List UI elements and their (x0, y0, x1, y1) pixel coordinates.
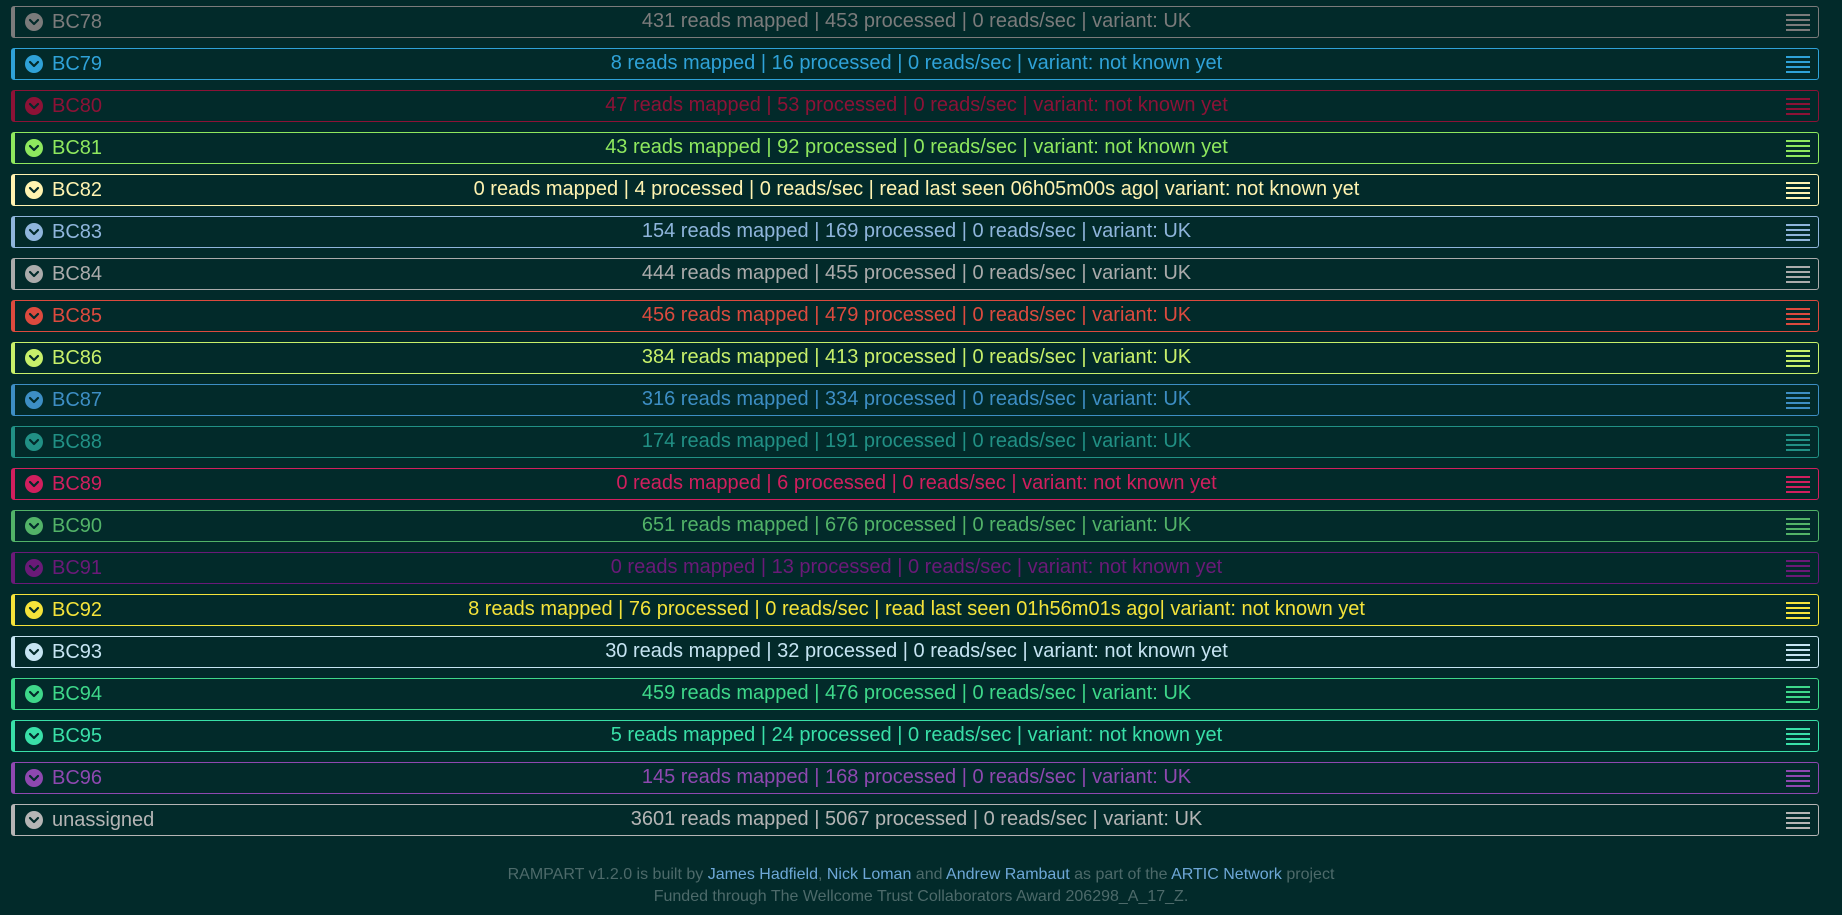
barcode-row[interactable]: BC96 145 reads mapped | 168 processed | 0… (11, 762, 1819, 794)
chevron-down-icon[interactable] (25, 433, 43, 451)
barcode-stats: 174 reads mapped | 191 processed | 0 rea… (641, 430, 1192, 452)
menu-icon[interactable] (1786, 811, 1810, 829)
footer-text: and (911, 866, 947, 883)
chevron-down-icon[interactable] (25, 55, 43, 73)
chevron-down-icon[interactable] (25, 559, 43, 577)
barcode-row[interactable]: BC92 8 reads mapped | 76 processed | 0 re… (11, 594, 1819, 626)
menu-icon[interactable] (1786, 475, 1810, 493)
menu-icon[interactable] (1786, 181, 1810, 199)
menu-icon[interactable] (1786, 13, 1810, 31)
chevron-down-icon[interactable] (25, 517, 43, 535)
menu-icon[interactable] (1786, 391, 1810, 409)
barcode-row[interactable]: BC86 384 reads mapped | 413 processed | 0… (11, 342, 1819, 374)
footer-text: RAMPART v1.2.0 is built by (507, 866, 708, 883)
chevron-down-icon[interactable] (25, 685, 43, 703)
chevron-down-icon[interactable] (25, 307, 43, 325)
menu-icon[interactable] (1786, 433, 1810, 451)
chevron-down-icon[interactable] (25, 97, 43, 115)
chevron-down-icon[interactable] (25, 13, 43, 31)
menu-icon[interactable] (1786, 55, 1810, 73)
chevron-down-icon[interactable] (25, 811, 43, 829)
barcode-stats: 5 reads mapped | 24 processed | 0 reads/… (610, 724, 1223, 746)
barcode-stats: 384 reads mapped | 413 processed | 0 rea… (641, 346, 1192, 368)
barcode-stats: 0 reads mapped | 4 processed | 0 reads/s… (473, 178, 1360, 200)
barcode-row[interactable]: BC90 651 reads mapped | 676 processed | 0… (11, 510, 1819, 542)
menu-icon[interactable] (1786, 517, 1810, 535)
barcode-stats: 8 reads mapped | 76 processed | 0 reads/… (468, 598, 1365, 620)
chevron-down-icon[interactable] (25, 601, 43, 619)
menu-icon[interactable] (1786, 139, 1810, 157)
barcode-row[interactable]: BC79 8 reads mapped | 16 processed | 0 re… (11, 48, 1819, 80)
barcode-row[interactable]: BC87 316 reads mapped | 334 processed | 0… (11, 384, 1819, 416)
barcode-row[interactable]: BC93 30 reads mapped | 32 processed | 0 r… (11, 636, 1819, 668)
chevron-down-icon[interactable] (25, 265, 43, 283)
menu-icon[interactable] (1786, 685, 1810, 703)
barcode-row[interactable]: BC84 444 reads mapped | 455 processed | 0… (11, 258, 1819, 290)
menu-icon[interactable] (1786, 97, 1810, 115)
chevron-down-icon[interactable] (25, 349, 43, 367)
footer-funding: Funded through The Wellcome Trust Collab… (653, 888, 1189, 905)
barcode-stats: 145 reads mapped | 168 processed | 0 rea… (641, 766, 1192, 788)
barcode-stats: 154 reads mapped | 169 processed | 0 rea… (641, 220, 1192, 242)
chevron-down-icon[interactable] (25, 391, 43, 409)
chevron-down-icon[interactable] (25, 727, 43, 745)
menu-icon[interactable] (1786, 265, 1810, 283)
barcode-row[interactable]: BC91 0 reads mapped | 13 processed | 0 re… (11, 552, 1819, 584)
chevron-down-icon[interactable] (25, 181, 43, 199)
barcode-list: BC78 431 reads mapped | 453 processed | 0… (11, 6, 1819, 846)
barcode-row[interactable]: unassigned 3601 reads mapped | 5067 proce… (11, 804, 1819, 836)
artic-network-link[interactable]: ARTIC Network (1171, 866, 1282, 883)
menu-icon[interactable] (1786, 223, 1810, 241)
menu-icon[interactable] (1786, 769, 1810, 787)
menu-icon[interactable] (1786, 727, 1810, 745)
barcode-row[interactable]: BC83 154 reads mapped | 169 processed | 0… (11, 216, 1819, 248)
author-link-james-hadfield[interactable]: James Hadfield (708, 866, 818, 883)
barcode-stats: 0 reads mapped | 13 processed | 0 reads/… (610, 556, 1223, 578)
barcode-stats: 47 reads mapped | 53 processed | 0 reads… (605, 94, 1228, 116)
barcode-stats: 316 reads mapped | 334 processed | 0 rea… (641, 388, 1192, 410)
menu-icon[interactable] (1786, 643, 1810, 661)
chevron-down-icon[interactable] (25, 769, 43, 787)
barcode-stats: 651 reads mapped | 676 processed | 0 rea… (641, 514, 1192, 536)
barcode-row[interactable]: BC89 0 reads mapped | 6 processed | 0 rea… (11, 468, 1819, 500)
chevron-down-icon[interactable] (25, 223, 43, 241)
footer-credits: RAMPART v1.2.0 is built by James Hadfiel… (0, 864, 1842, 886)
footer-text: project (1281, 866, 1335, 883)
barcode-row[interactable]: BC94 459 reads mapped | 476 processed | 0… (11, 678, 1819, 710)
barcode-stats: 8 reads mapped | 16 processed | 0 reads/… (610, 52, 1223, 74)
chevron-down-icon[interactable] (25, 643, 43, 661)
barcode-row[interactable]: BC80 47 reads mapped | 53 processed | 0 r… (11, 90, 1819, 122)
barcode-row[interactable]: BC82 0 reads mapped | 4 processed | 0 rea… (11, 174, 1819, 206)
footer: RAMPART v1.2.0 is built by James Hadfiel… (0, 864, 1842, 908)
barcode-stats: 3601 reads mapped | 5067 processed | 0 r… (630, 808, 1203, 830)
menu-icon[interactable] (1786, 349, 1810, 367)
barcode-stats: 0 reads mapped | 6 processed | 0 reads/s… (616, 472, 1217, 494)
menu-icon[interactable] (1786, 307, 1810, 325)
barcode-row[interactable]: BC78 431 reads mapped | 453 processed | 0… (11, 6, 1819, 38)
author-link-andrew-rambaut[interactable]: Andrew Rambaut (946, 866, 1070, 883)
menu-icon[interactable] (1786, 559, 1810, 577)
chevron-down-icon[interactable] (25, 475, 43, 493)
footer-text: as part of the (1069, 866, 1172, 883)
barcode-stats: 444 reads mapped | 455 processed | 0 rea… (641, 262, 1192, 284)
barcode-row[interactable]: BC95 5 reads mapped | 24 processed | 0 re… (11, 720, 1819, 752)
barcode-stats: 43 reads mapped | 92 processed | 0 reads… (605, 136, 1228, 158)
barcode-row[interactable]: BC88 174 reads mapped | 191 processed | 0… (11, 426, 1819, 458)
barcode-stats: 459 reads mapped | 476 processed | 0 rea… (641, 682, 1192, 704)
barcode-stats: 431 reads mapped | 453 processed | 0 rea… (641, 10, 1192, 32)
footer-text: , (817, 866, 827, 883)
barcode-row[interactable]: BC81 43 reads mapped | 92 processed | 0 r… (11, 132, 1819, 164)
author-link-nick-loman[interactable]: Nick Loman (827, 866, 911, 883)
menu-icon[interactable] (1786, 601, 1810, 619)
barcode-row[interactable]: BC85 456 reads mapped | 479 processed | 0… (11, 300, 1819, 332)
barcode-stats: 30 reads mapped | 32 processed | 0 reads… (605, 640, 1228, 662)
barcode-stats: 456 reads mapped | 479 processed | 0 rea… (641, 304, 1192, 326)
chevron-down-icon[interactable] (25, 139, 43, 157)
